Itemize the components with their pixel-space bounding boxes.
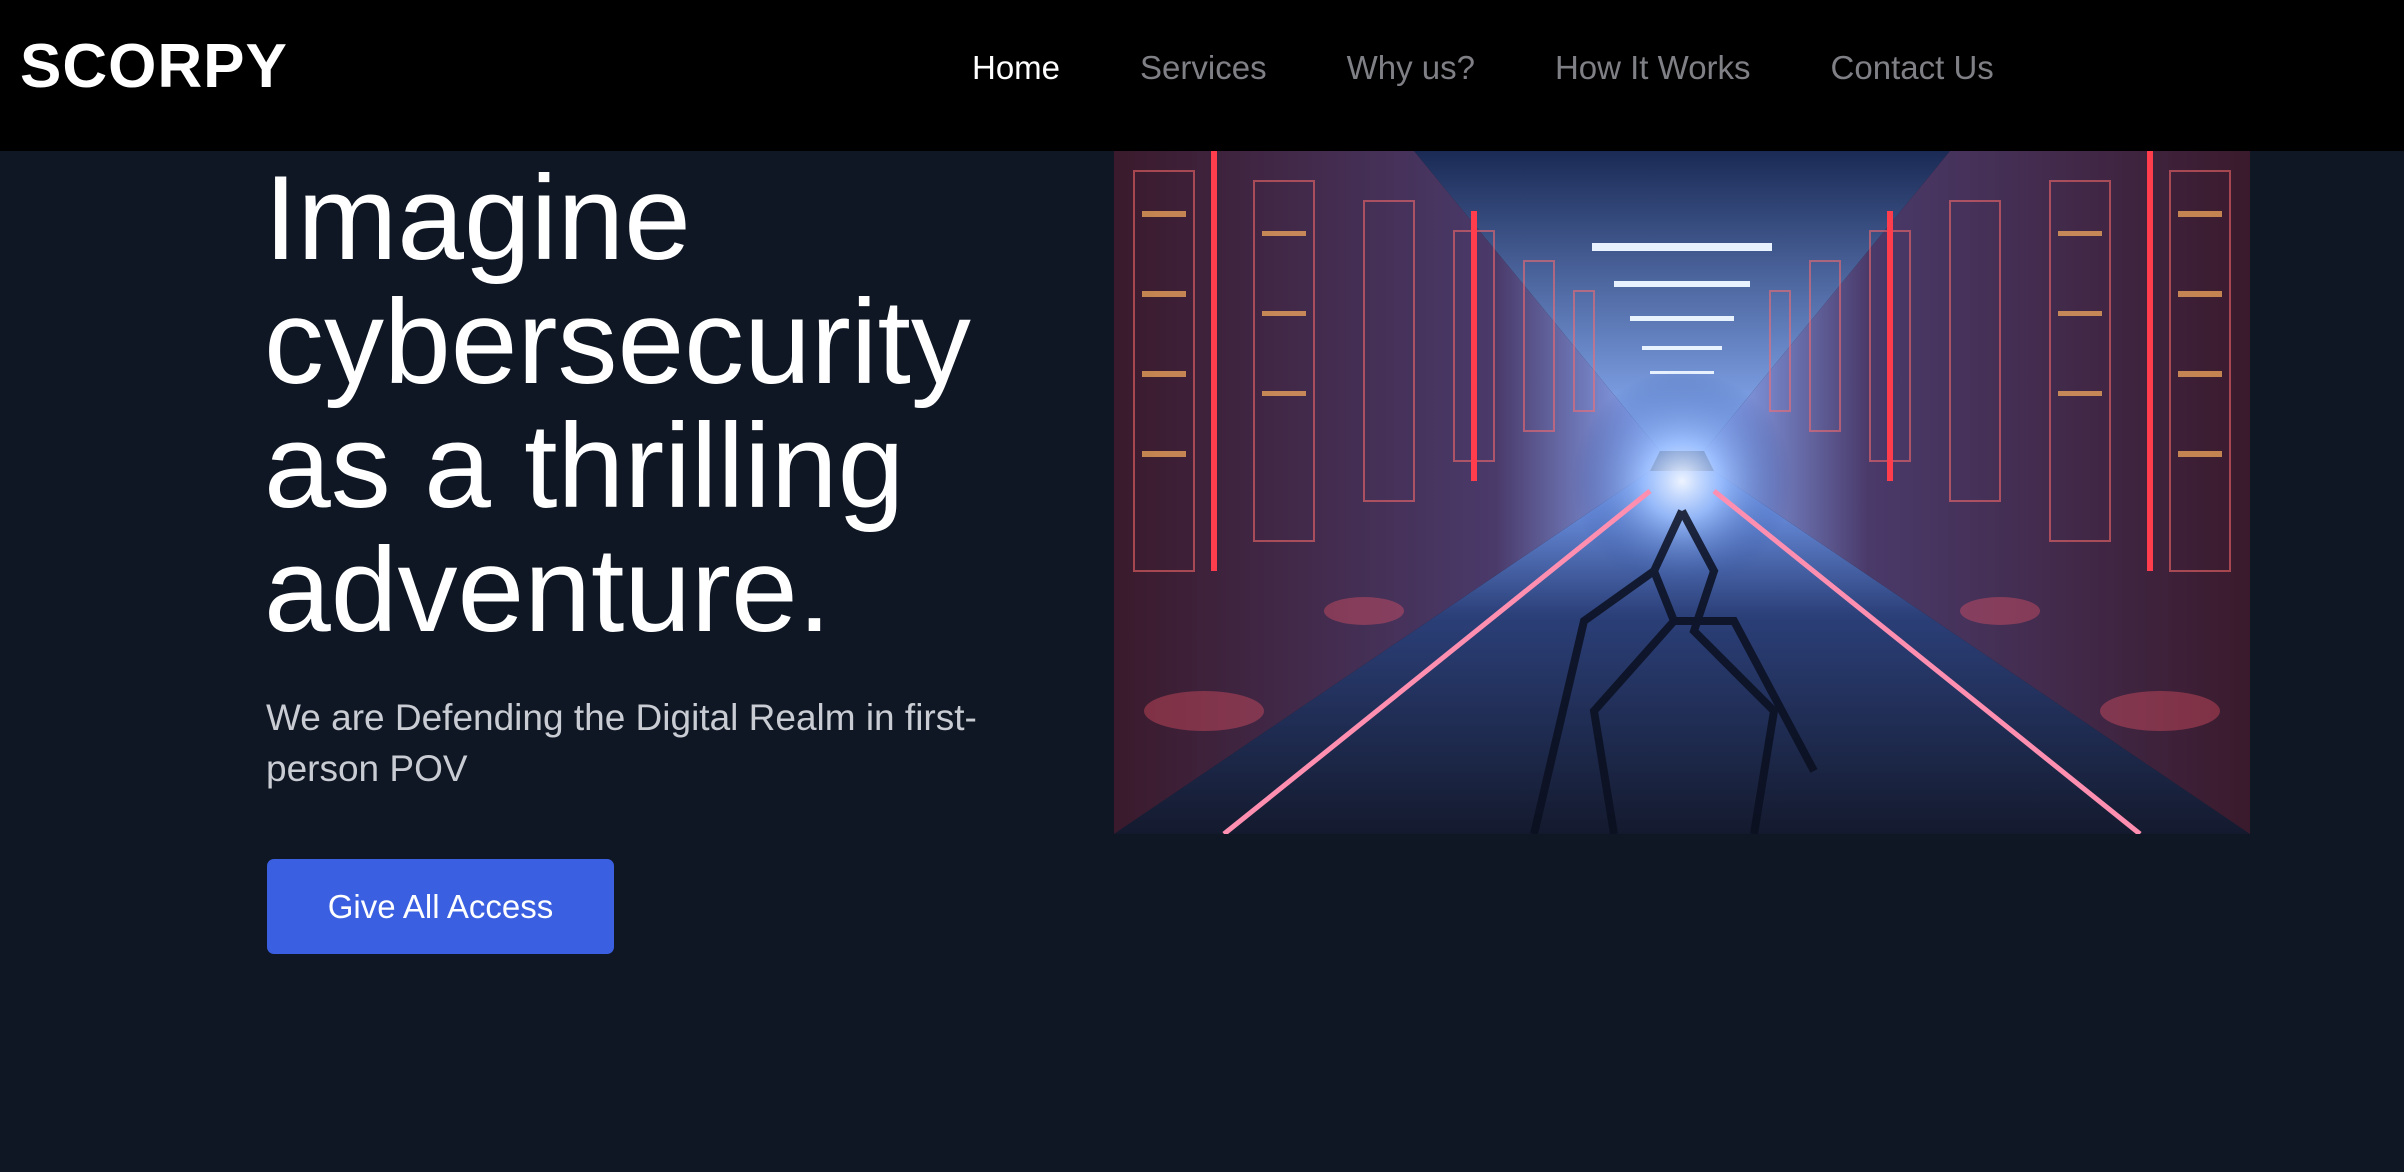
nav-item-why-us[interactable]: Why us? [1347, 47, 1475, 89]
nav-item-how-it-works[interactable]: How It Works [1555, 47, 1751, 89]
hero-subtitle-line: We are Defending the Digital Realm in fi… [266, 697, 977, 738]
hero-title-line: cybersecurity [264, 275, 971, 409]
nav-item-services[interactable]: Services [1140, 47, 1267, 89]
hero-subtitle: We are Defending the Digital Realm in fi… [266, 692, 1006, 794]
brand-logo[interactable]: SCORPY [20, 30, 288, 104]
main-nav: Home Services Why us? How It Works Conta… [972, 47, 1994, 89]
nav-item-home[interactable]: Home [972, 47, 1060, 89]
give-all-access-button[interactable]: Give All Access [267, 859, 614, 954]
top-navigation-bar: SCORPY Home Services Why us? How It Work… [0, 0, 2404, 151]
nav-item-contact-us[interactable]: Contact Us [1831, 47, 1994, 89]
hero-title-line: as a thrilling [264, 399, 905, 533]
hero-title: Imagine cybersecurity as a thrilling advent… [264, 156, 1064, 652]
hero-title-line: adventure. [264, 523, 832, 657]
server-corridor-image [1114, 151, 2250, 834]
hero-subtitle-line: person POV [266, 748, 468, 789]
hero-title-line: Imagine [264, 151, 691, 285]
server-corridor-illustration [1114, 151, 2250, 834]
